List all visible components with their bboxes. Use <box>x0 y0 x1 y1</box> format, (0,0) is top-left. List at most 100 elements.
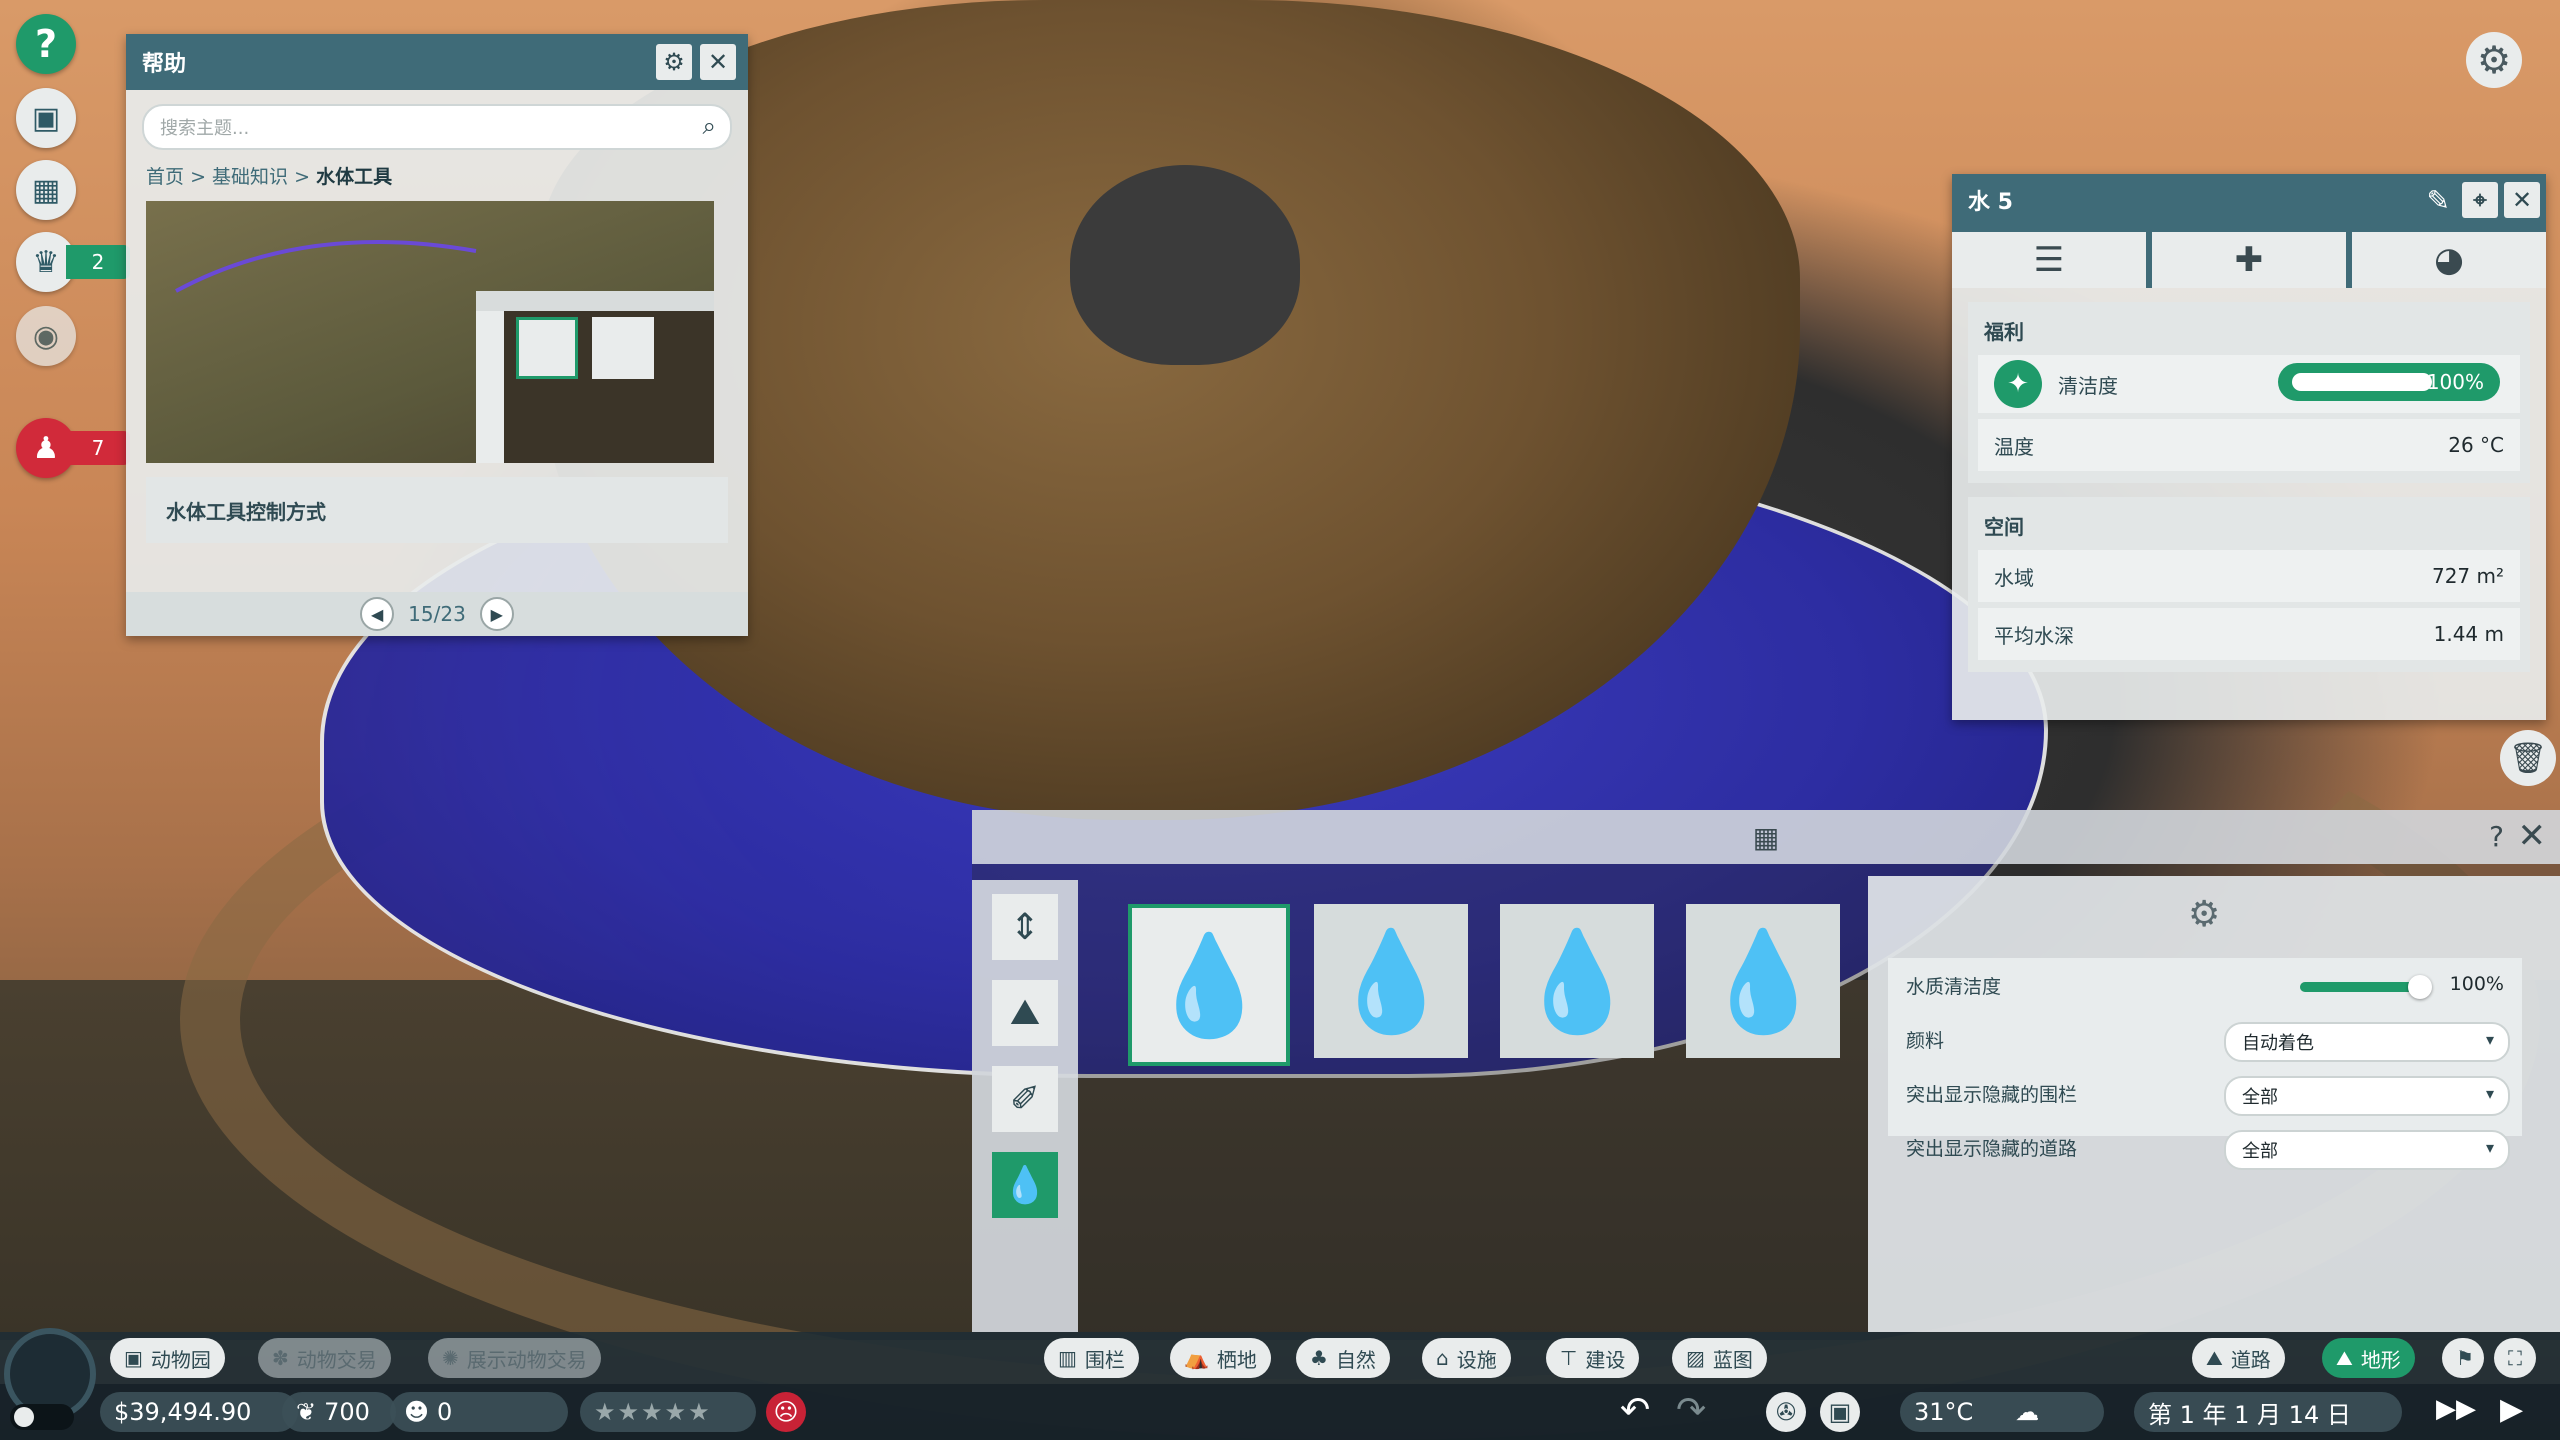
highlight-paths-value: 全部 <box>2242 1141 2278 1162</box>
redo-button[interactable]: ↷ <box>1676 1390 1706 1431</box>
chevron-down-icon: ▾ <box>2485 1138 2494 1157</box>
prev-page-button[interactable]: ◀ <box>360 597 395 631</box>
search-icon[interactable]: ⌕ <box>703 112 716 140</box>
tab-facilities[interactable]: ⌂ 设施 <box>1422 1338 1511 1378</box>
tab-fullscreen[interactable]: ⛶ <box>2494 1338 2536 1378</box>
tab-animal-trade[interactable]: ✽ 动物交易 <box>258 1338 391 1378</box>
water-info-close-button[interactable]: ✕ <box>2504 182 2540 218</box>
water-add-card[interactable]: 💧 <box>1128 904 1290 1066</box>
tool-close-button[interactable]: ✕ <box>2518 816 2547 856</box>
chevron-left-icon: ◀ <box>371 604 384 624</box>
help-illustration-toolbar <box>476 311 504 463</box>
tab-habitats-label: 栖地 <box>1216 1347 1257 1372</box>
cleanliness-bar-fill <box>2292 373 2432 391</box>
terrain-paint-tool[interactable]: ✐ <box>992 1066 1058 1132</box>
palette-icon: ◕ <box>2434 240 2464 280</box>
tab-maintenance[interactable]: ✚ <box>2152 232 2346 288</box>
help-panel-title: 帮助 <box>142 52 187 77</box>
water-fill-card[interactable]: 💧 <box>1314 904 1468 1058</box>
terrain-sculpt-tool[interactable]: ⛰ <box>992 980 1058 1046</box>
water-info-header: 水 5 ✎ ⌖ ✕ <box>1952 174 2546 226</box>
highlight-paths-dropdown[interactable]: 全部 ▾ <box>2224 1130 2510 1170</box>
help-close-button[interactable]: ✕ <box>700 44 736 80</box>
help-button[interactable]: ? <box>16 14 76 74</box>
highlight-fences-value: 全部 <box>2242 1087 2278 1108</box>
water-info-panel: 水 5 ✎ ⌖ ✕ ☰ ✚ ◕ 福利 ✦ 清洁度 100% 温度 26 °C 空… <box>1952 174 2546 720</box>
fast-forward-button[interactable]: ▶▶ <box>2436 1394 2476 1424</box>
tab-fences[interactable]: ▥ 围栏 <box>1044 1338 1139 1378</box>
pigment-row: 颜料 自动着色 ▾ <box>1888 1012 2522 1066</box>
highlight-fences-dropdown[interactable]: 全部 ▾ <box>2224 1076 2510 1116</box>
game-settings-button[interactable]: ⚙ <box>2466 32 2522 88</box>
help-search-input[interactable]: 搜索主题... ⌕ <box>142 104 732 150</box>
mood-indicator[interactable]: ☹ <box>766 1392 806 1432</box>
tool-help-button[interactable]: ? <box>2489 820 2504 853</box>
tab-facilities-label: 设施 <box>1456 1347 1497 1372</box>
leaf-icon: ❦ <box>296 1398 317 1426</box>
tab-nature-label: 自然 <box>1335 1347 1376 1372</box>
camera-icon: ✇ <box>1775 1398 1797 1426</box>
water-settings-list: 水质清洁度 100% 颜料 自动着色 ▾ 突出显示隐藏的围栏 全部 ▾ 突出显示… <box>1888 958 2522 1170</box>
water-select-card[interactable]: 💧 <box>1500 904 1654 1058</box>
camera-button[interactable]: ✇ <box>1766 1392 1806 1432</box>
water-remove-card[interactable]: 💧 <box>1686 904 1840 1058</box>
tab-exhibit-trade[interactable]: ✺ 展示动物交易 <box>428 1338 601 1378</box>
conservation-display[interactable]: ❦ 700 <box>282 1392 396 1432</box>
weather-display[interactable]: 31°C ☁ <box>1900 1392 2104 1432</box>
tab-appearance[interactable]: ◕ <box>2352 232 2546 288</box>
delete-water-button[interactable]: 🗑 <box>2500 730 2556 786</box>
tab-paths-label: 道路 <box>2230 1347 2271 1372</box>
zoo-button[interactable]: ▣ <box>16 88 76 148</box>
help-illustration-card <box>516 317 578 379</box>
cleanliness-row: ✦ 清洁度 100% <box>1978 355 2520 413</box>
terrain-height-tool[interactable]: ⇕ <box>992 894 1058 960</box>
water-drop-delete-icon: 💧 <box>1701 924 1825 1039</box>
tab-habitats[interactable]: ⛺ 栖地 <box>1170 1338 1271 1378</box>
zoo-rating[interactable]: ★★★★★ <box>580 1392 756 1432</box>
view-button[interactable]: ◉ <box>16 306 76 366</box>
help-settings-button[interactable]: ⚙ <box>656 44 692 80</box>
tab-terrain[interactable]: ⛰ 地形 <box>2322 1338 2415 1378</box>
conservation-value: 700 <box>324 1398 370 1426</box>
photo-button[interactable]: ▣ <box>1820 1392 1860 1432</box>
pause-toggle[interactable] <box>10 1404 74 1430</box>
help-panel: 帮助 ⚙ ✕ 搜索主题... ⌕ 首页 > 基础知识 > 水体工具 水体工具控制… <box>126 34 748 636</box>
help-caption: 水体工具控制方式 <box>146 477 728 543</box>
calendar-icon: ▦ <box>31 172 61 208</box>
tab-info[interactable]: ☰ <box>1952 232 2146 288</box>
money-display[interactable]: $39,494.90 <box>100 1392 298 1432</box>
undo-button[interactable]: ↶ <box>1620 1390 1650 1431</box>
pigment-dropdown[interactable]: 自动着色 ▾ <box>2224 1022 2510 1062</box>
water-quality-slider[interactable] <box>2300 975 2432 999</box>
pigment-label: 颜料 <box>1906 1029 1945 1052</box>
water-quality-slider-knob[interactable] <box>2408 975 2432 999</box>
edit-icon[interactable]: ✎ <box>2427 184 2450 217</box>
date-display[interactable]: 第 1 年 1 月 14 日 <box>2134 1392 2402 1432</box>
play-button[interactable]: ▶ <box>2500 1392 2523 1427</box>
highlight-paths-label: 突出显示隐藏的道路 <box>1906 1137 2078 1160</box>
close-icon: ✕ <box>2511 186 2533 214</box>
rock-arch-opening <box>1070 165 1300 365</box>
next-page-button[interactable]: ▶ <box>479 597 514 631</box>
tab-zoo[interactable]: ▣ 动物园 <box>110 1338 225 1378</box>
gear-icon[interactable]: ⚙ <box>2188 894 2220 935</box>
close-icon: ✕ <box>707 48 729 76</box>
breadcrumb-home[interactable]: 首页 <box>146 166 184 188</box>
staff-icon: ♟ <box>32 430 60 466</box>
tab-tools[interactable]: ⚑ <box>2442 1338 2484 1378</box>
calendar-button[interactable]: ▦ <box>16 160 76 220</box>
guests-display[interactable]: ☻ 0 <box>390 1392 568 1432</box>
tab-construction[interactable]: ⊤ 建设 <box>1546 1338 1640 1378</box>
terrain-tool-column: ⇕ ⛰ ✐ 💧 <box>972 880 1078 1332</box>
water-settings-box: ⚙ 水质清洁度 100% 颜料 自动着色 ▾ 突出显示隐藏的围栏 全部 ▾ 突出… <box>1868 876 2560 1332</box>
tab-paths[interactable]: ⛰ 道路 <box>2192 1338 2285 1378</box>
water-drop-cursor-icon: 💧 <box>1515 924 1639 1039</box>
tab-blueprints[interactable]: ▨ 蓝图 <box>1672 1338 1767 1378</box>
water-tool[interactable]: 💧 <box>992 1152 1058 1218</box>
locate-button[interactable]: ⌖ <box>2462 182 2498 218</box>
breadcrumb-section[interactable]: 基础知识 <box>212 166 288 188</box>
tab-nature[interactable]: ♣ 自然 <box>1296 1338 1390 1378</box>
water-quality-row: 水质清洁度 100% <box>1888 958 2522 1012</box>
grid-icon[interactable]: ▦ <box>1753 821 1779 854</box>
chevron-down-icon: ▾ <box>2485 1030 2494 1049</box>
